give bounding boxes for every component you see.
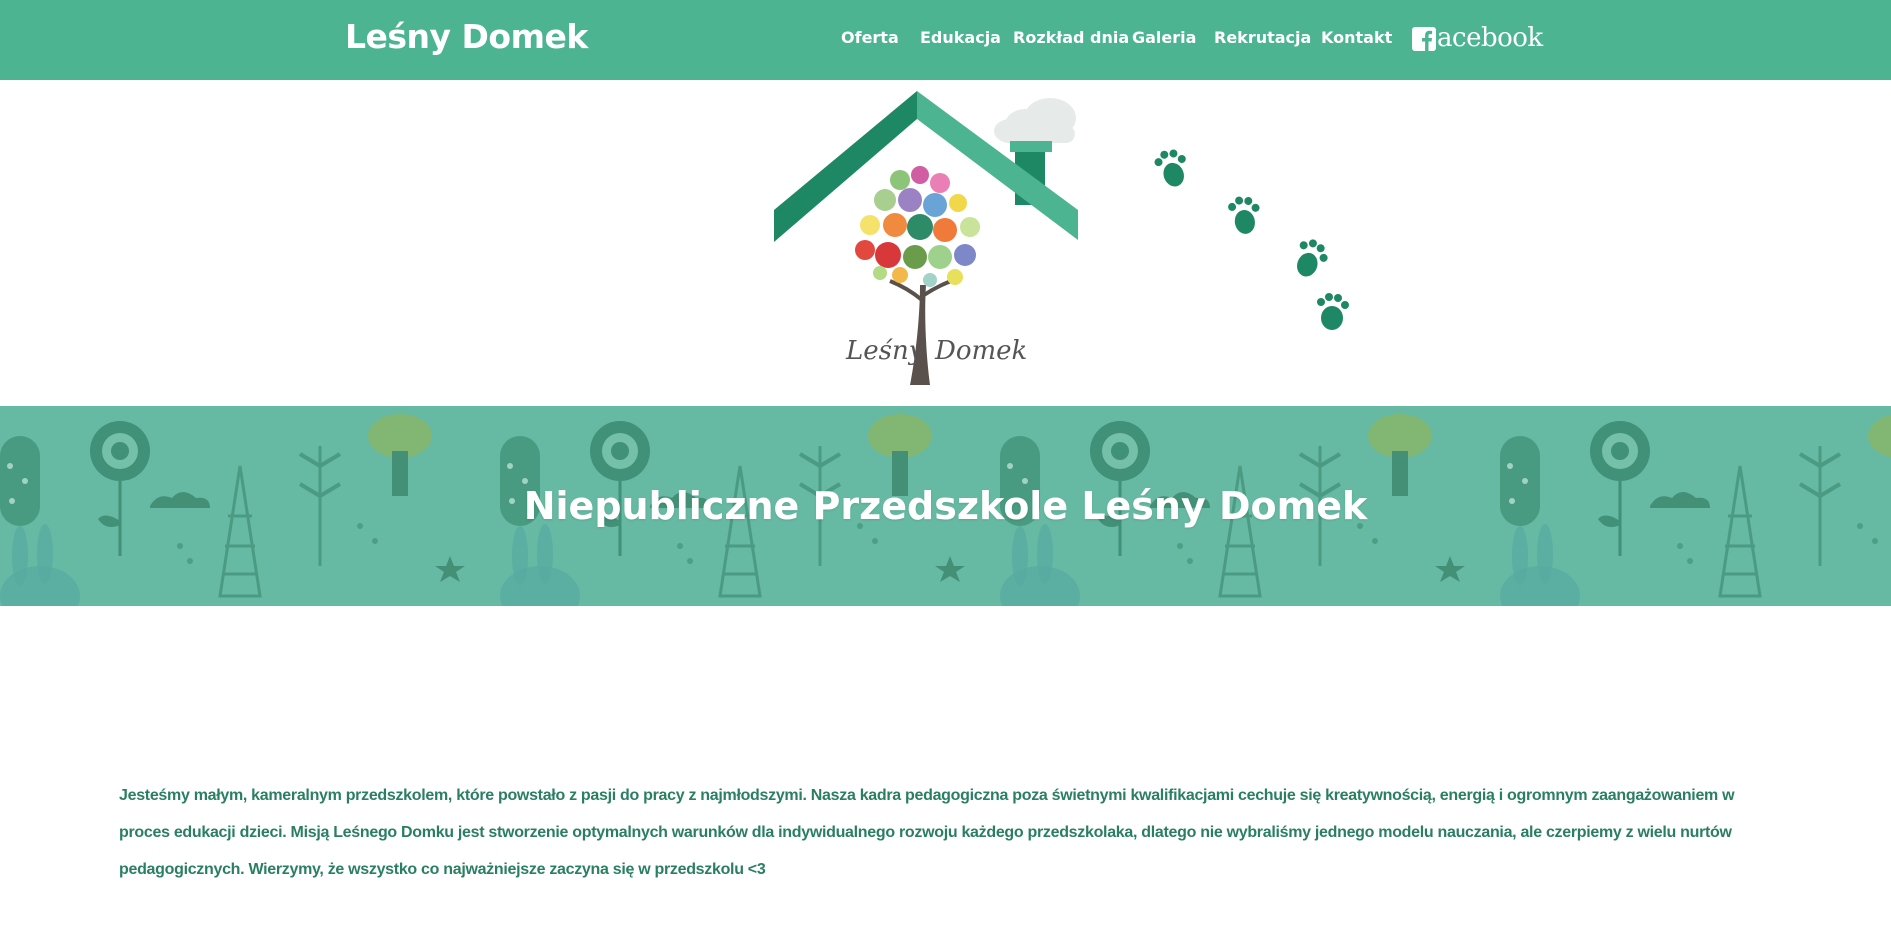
logo-text-domek: Domek (934, 336, 1027, 366)
facebook-f-icon (1412, 27, 1436, 51)
site-logo: Leśny Domek (760, 85, 1360, 395)
brand-logo-text[interactable]: Leśny Domek (345, 17, 588, 56)
top-navbar: Leśny Domek Oferta Edukacja Rozkład dnia… (0, 0, 1891, 80)
logo-text-lesny: Leśny (845, 336, 924, 366)
hero-title: Niepubliczne Przedszkole Leśny Domek (523, 484, 1368, 528)
nav-item-rekrutacja[interactable]: Rekrutacja (1214, 28, 1311, 47)
nav-item-oferta[interactable]: Oferta (841, 28, 899, 47)
nav-item-galeria[interactable]: Galeria (1132, 28, 1196, 47)
nav-item-edukacja[interactable]: Edukacja (920, 28, 1001, 47)
nav-item-rozklad-dnia[interactable]: Rozkład dnia (1013, 28, 1129, 47)
facebook-label: acebook (1437, 23, 1543, 53)
hero-banner: Niepubliczne Przedszkole Leśny Domek (0, 406, 1891, 606)
nav-item-kontakt[interactable]: Kontakt (1321, 28, 1392, 47)
about-paragraph: Jesteśmy małym, kameralnym przedszkolem,… (119, 787, 1735, 878)
paw-prints-icon (1154, 149, 1349, 330)
chimney-smoke-icon (994, 98, 1076, 143)
facebook-link[interactable]: acebook (1412, 23, 1543, 54)
